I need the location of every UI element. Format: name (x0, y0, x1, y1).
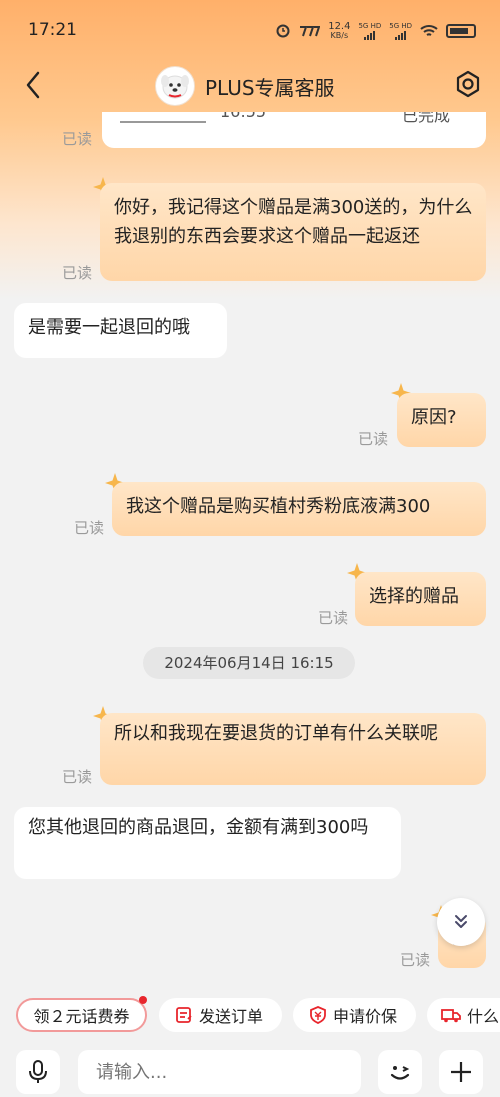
send-order-chip[interactable]: 发送订单 (159, 998, 282, 1032)
signal-2-label: 5G HD (389, 22, 412, 30)
read-receipt: 已读 (74, 519, 105, 537)
read-receipt: 已读 (62, 130, 93, 148)
dog-mascot-icon (161, 75, 189, 99)
message-bubble-me[interactable]: 原因? (397, 393, 486, 447)
speed-value: 12.4 (328, 21, 351, 32)
message-bubble-me[interactable]: 所以和我现在要退货的订单有什么关联呢 (100, 713, 486, 785)
message-bubble-me[interactable]: 我这个赠品是购买植村秀粉底液满300 (112, 482, 486, 536)
signal-2: 5G HD (389, 22, 412, 40)
order-card-partial[interactable]: 16:55 已完成 (102, 112, 486, 148)
notification-dot (139, 996, 147, 1004)
read-receipt: 已读 (62, 768, 93, 786)
avatar (155, 66, 195, 106)
read-receipt: 已读 (400, 951, 431, 969)
add-button[interactable] (439, 1050, 483, 1094)
truck-icon (441, 1006, 461, 1024)
battery-icon (446, 24, 476, 38)
card-divider (120, 112, 206, 123)
alarm-icon (276, 24, 290, 38)
read-receipt: 已读 (358, 430, 389, 448)
network-logo-icon (300, 26, 321, 37)
message-bubble-me[interactable]: 你好，我记得这个赠品是满300送的，为什么我退别的东西会要求这个赠品一起返还 (100, 183, 486, 281)
send-order-label: 发送订单 (199, 1007, 264, 1026)
message-bubble-other[interactable]: 是需要一起退回的哦 (14, 303, 227, 358)
more-chip-label: 什么 (467, 1007, 500, 1026)
message-input[interactable] (78, 1050, 361, 1094)
price-protect-label: 申请价保 (333, 1007, 398, 1026)
signal-bars-icon (364, 30, 376, 40)
signal-1: 5G HD (358, 22, 381, 40)
plus-icon (451, 1062, 471, 1082)
emoji-button[interactable] (378, 1050, 422, 1094)
status-time: 17:21 (28, 20, 77, 40)
emoji-icon (390, 1066, 410, 1080)
price-protect-chip[interactable]: 申请价保 (293, 998, 416, 1032)
status-bar: 17:21 12.4 KB/s 5G HD 5G HD (0, 0, 500, 58)
read-receipt: 已读 (318, 609, 349, 627)
timestamp-divider: 2024年06月14日 16:15 (143, 647, 355, 679)
chat-header: PLUS专属客服 (0, 58, 500, 112)
input-bar (0, 1044, 500, 1097)
quick-actions-bar: 领２元话费券 发送订单 申请价保 什么 (0, 992, 500, 1038)
more-chip[interactable]: 什么 (427, 998, 500, 1032)
microphone-icon (29, 1060, 47, 1083)
settings-icon[interactable] (454, 70, 482, 98)
coupon-chip[interactable]: 领２元话费券 (16, 998, 147, 1032)
wifi-icon (420, 25, 438, 36)
shield-icon (309, 1006, 327, 1024)
coupon-chip-label: 领２元话费券 (33, 1007, 130, 1026)
order-icon (175, 1006, 193, 1024)
chat-title-group: PLUS专属客服 (155, 66, 335, 106)
read-receipt: 已读 (62, 264, 93, 282)
card-status: 已完成 (402, 112, 451, 125)
message-bubble-me[interactable]: 选择的赠品 (355, 572, 486, 626)
chat-title: PLUS专属客服 (205, 75, 335, 100)
status-icons: 12.4 KB/s 5G HD 5G HD (276, 22, 476, 40)
card-time: 16:55 (220, 112, 266, 121)
double-chevron-down-icon (455, 915, 467, 928)
back-icon[interactable] (22, 70, 46, 100)
scroll-to-bottom-button[interactable] (437, 898, 485, 946)
signal-1-label: 5G HD (358, 22, 382, 30)
voice-button[interactable] (16, 1050, 60, 1094)
speed-unit: KB/s (330, 31, 349, 40)
network-speed: 12.4 KB/s (328, 21, 351, 41)
message-bubble-other[interactable]: 您其他退回的商品退回，金额有满到300吗 (14, 807, 401, 879)
signal-bars-icon (395, 30, 407, 40)
